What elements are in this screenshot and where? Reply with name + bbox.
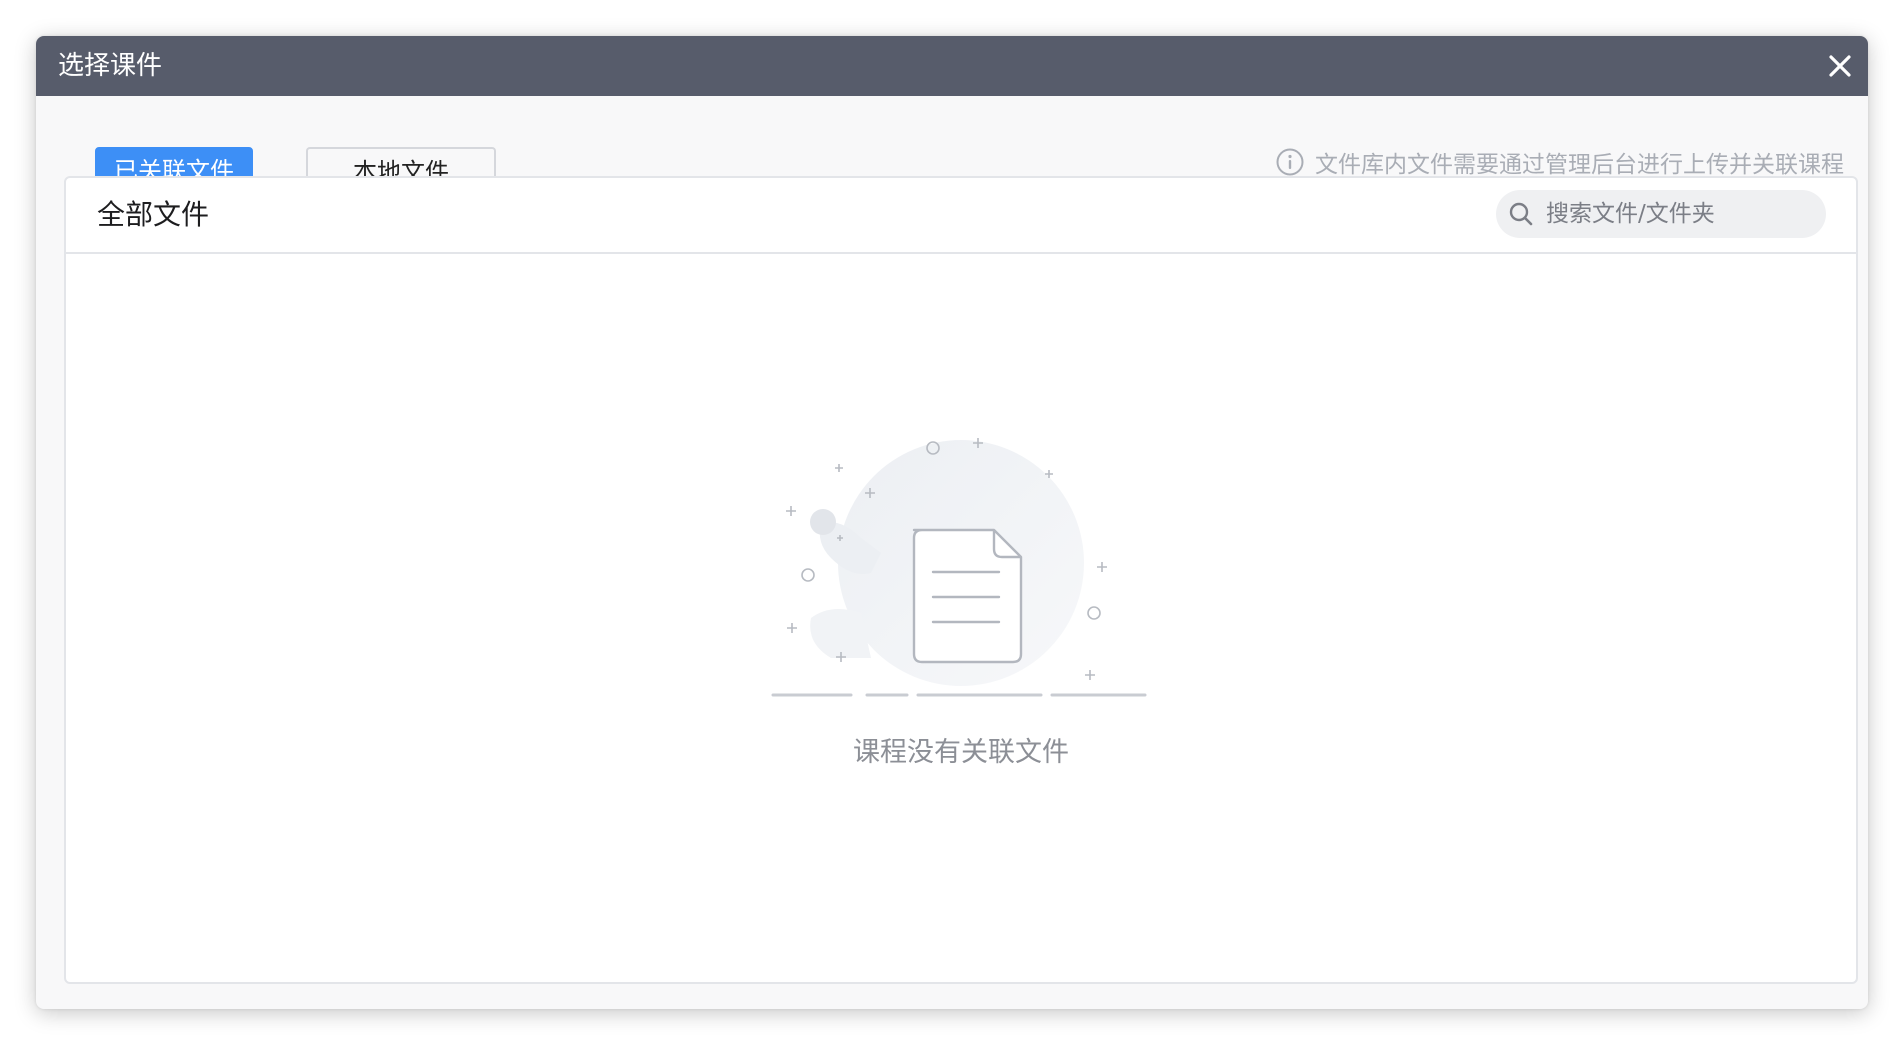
close-icon <box>1829 55 1851 77</box>
close-button[interactable] <box>1816 42 1864 90</box>
dialog-titlebar: 选择课件 <box>36 36 1868 96</box>
upload-hint: 文件库内文件需要通过管理后台进行上传并关联课程 <box>1275 146 1844 178</box>
empty-document-icon <box>771 438 1147 697</box>
empty-state-message: 课程没有关联文件 <box>853 737 1069 768</box>
select-courseware-dialog: 选择课件 已关联文件 本地文件 文件库内文件需要通过管理后台进行上传并关联课程 … <box>36 36 1868 1009</box>
search-box[interactable] <box>1496 190 1826 238</box>
empty-state: 课程没有关联文件 <box>66 428 1856 769</box>
file-panel-header: 全部文件 <box>66 178 1856 254</box>
all-files-title: 全部文件 <box>97 198 210 231</box>
upload-hint-text: 文件库内文件需要通过管理后台进行上传并关联课程 <box>1315 152 1844 178</box>
dialog-title: 选择课件 <box>58 51 163 81</box>
search-icon <box>1509 202 1533 226</box>
file-panel: 全部文件 搜索文件/文件夹 课程没有关联文件 <box>64 176 1858 984</box>
search-input[interactable] <box>1544 200 1808 228</box>
info-icon <box>1276 148 1304 176</box>
